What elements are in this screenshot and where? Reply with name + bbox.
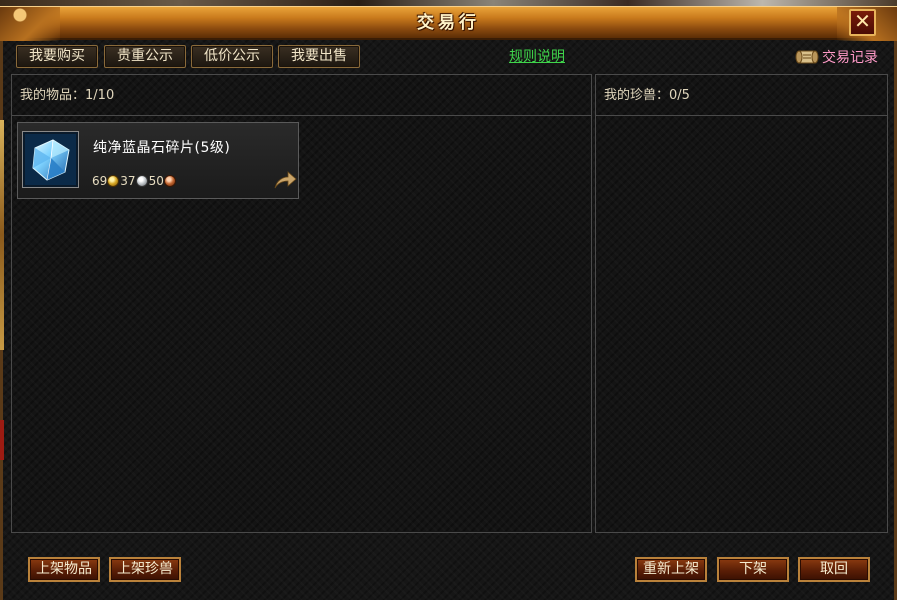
tab-valuable-notice[interactable]: 贵重公示	[104, 45, 186, 68]
list-pet-button[interactable]: 上架珍兽	[109, 557, 181, 582]
rules-link[interactable]: 规则说明	[509, 47, 565, 67]
window-title: 交易行	[417, 13, 480, 33]
item-price: 69 37 50	[92, 174, 177, 188]
share-arrow-icon[interactable]	[273, 170, 297, 190]
my-pets-header: 我的珍兽：0/5	[596, 75, 887, 116]
relist-button[interactable]: 重新上架	[635, 557, 707, 582]
my-items-label: 我的物品：	[20, 88, 86, 103]
my-pets-label: 我的珍兽：	[604, 88, 670, 103]
copper-coin-icon	[163, 175, 176, 187]
price-gold: 69	[92, 174, 108, 188]
list-item-button[interactable]: 上架物品	[28, 557, 100, 582]
left-edge-decoration	[0, 120, 4, 350]
trade-record-button[interactable]: 交易记录	[794, 44, 878, 70]
my-items-header: 我的物品：1/10	[12, 75, 591, 116]
silver-coin-icon	[135, 175, 148, 187]
close-icon: ✕	[854, 9, 871, 33]
my-pets-count: 0/5	[669, 88, 690, 103]
delist-button[interactable]: 下架	[717, 557, 789, 582]
item-card[interactable]: 纯净蓝晶石碎片(5级) 69 37 50	[17, 122, 299, 199]
price-copper: 50	[148, 174, 164, 188]
price-silver: 37	[120, 174, 136, 188]
tab-buy[interactable]: 我要购买	[16, 45, 98, 68]
item-name: 纯净蓝晶石碎片(5级)	[93, 140, 231, 156]
trade-record-label: 交易记录	[822, 50, 878, 66]
left-edge-decoration-red	[0, 420, 4, 460]
tab-sell[interactable]: 我要出售	[278, 45, 360, 68]
retrieve-button[interactable]: 取回	[798, 557, 870, 582]
item-icon-frame	[22, 131, 79, 188]
scroll-icon	[795, 50, 819, 64]
blue-crystal-icon	[25, 134, 76, 185]
gold-coin-icon	[107, 175, 120, 187]
my-items-count: 1/10	[85, 88, 115, 103]
tab-lowprice-notice[interactable]: 低价公示	[191, 45, 273, 68]
close-button[interactable]: ✕	[849, 9, 876, 36]
my-pets-panel: 我的珍兽：0/5	[595, 74, 888, 533]
